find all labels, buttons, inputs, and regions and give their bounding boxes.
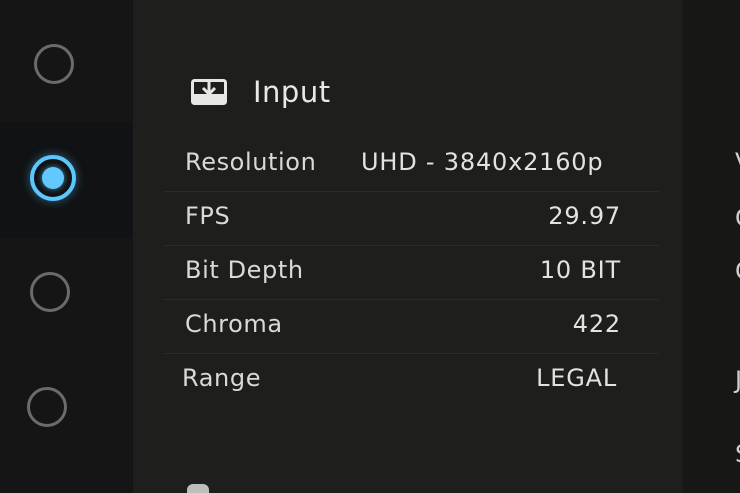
chroma-label: Chroma xyxy=(185,310,283,338)
adjacent-panel: V C C J S xyxy=(683,0,740,493)
clipped-text: C xyxy=(735,204,740,232)
rail-option-3[interactable] xyxy=(0,238,133,354)
clipped-icon xyxy=(187,484,209,493)
table-row: Range LEGAL xyxy=(163,354,659,407)
radio-on-icon[interactable] xyxy=(30,155,76,201)
panel-title: Input xyxy=(253,75,331,109)
clipped-text: C xyxy=(735,257,740,285)
panel-header: Input xyxy=(191,72,331,112)
radio-off-icon[interactable] xyxy=(27,387,67,427)
rail-option-1[interactable] xyxy=(0,6,133,122)
clipped-text: V xyxy=(735,148,740,176)
bit-depth-label: Bit Depth xyxy=(185,256,304,284)
radio-off-icon[interactable] xyxy=(34,44,74,84)
input-tray-icon xyxy=(191,79,227,105)
rail-option-2[interactable] xyxy=(0,122,133,238)
monitor-screen: Input Resolution UHD - 3840x2160p FPS 29… xyxy=(0,0,740,493)
resolution-label: Resolution xyxy=(185,148,317,176)
input-info-panel: Input Resolution UHD - 3840x2160p FPS 29… xyxy=(133,0,683,493)
clipped-text: S xyxy=(735,440,740,468)
table-row: Resolution UHD - 3840x2160p xyxy=(163,138,659,192)
table-row: Bit Depth 10 BIT xyxy=(163,246,659,300)
resolution-value: UHD - 3840x2160p xyxy=(361,148,604,176)
range-label: Range xyxy=(182,364,262,392)
clipped-text: J xyxy=(735,366,740,394)
fps-value: 29.97 xyxy=(548,202,621,230)
info-table: Resolution UHD - 3840x2160p FPS 29.97 Bi… xyxy=(163,138,659,407)
table-row: Chroma 422 xyxy=(163,300,659,354)
option-rail xyxy=(0,0,133,493)
table-row: FPS 29.97 xyxy=(163,192,659,246)
range-value: LEGAL xyxy=(536,364,617,392)
chroma-value: 422 xyxy=(572,310,621,338)
radio-off-icon[interactable] xyxy=(30,272,70,312)
rail-option-4[interactable] xyxy=(0,354,133,470)
fps-label: FPS xyxy=(185,202,231,230)
bit-depth-value: 10 BIT xyxy=(539,256,621,284)
